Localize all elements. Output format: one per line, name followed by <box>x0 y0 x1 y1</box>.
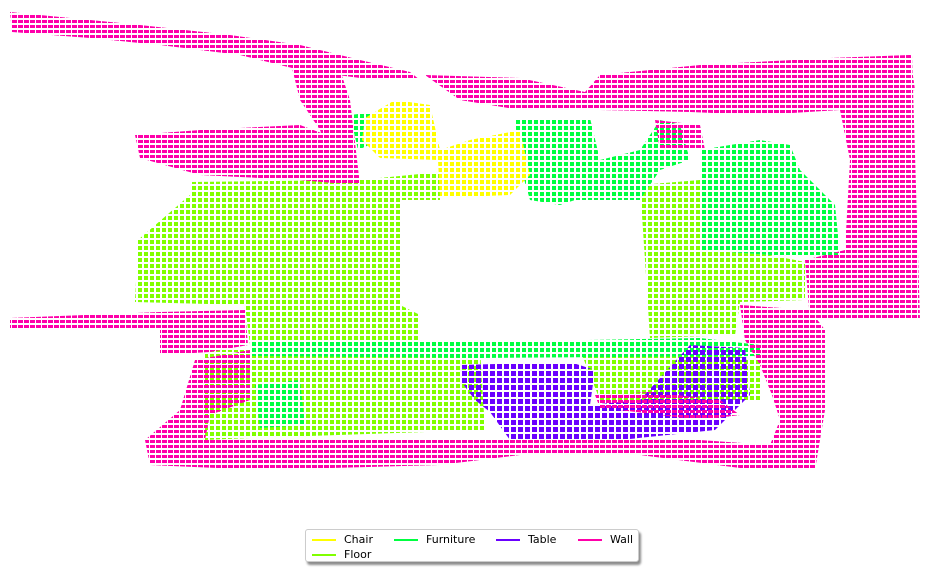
legend-swatch-floor <box>312 554 336 556</box>
legend-label-wall: Wall <box>610 533 634 546</box>
legend-label-floor: Floor <box>344 548 372 561</box>
legend-label-table: Table <box>528 533 557 546</box>
legend-swatch-chair <box>312 539 336 541</box>
legend-swatch-table <box>496 539 520 541</box>
legend-swatch-furniture <box>394 539 418 541</box>
legend-swatch-wall <box>578 539 602 541</box>
point-cloud-scene <box>10 12 920 470</box>
legend-label-furniture: Furniture <box>426 533 476 546</box>
legend-label-chair: Chair <box>344 533 373 546</box>
legend: Chair Floor Furniture Table Wall <box>305 529 639 562</box>
